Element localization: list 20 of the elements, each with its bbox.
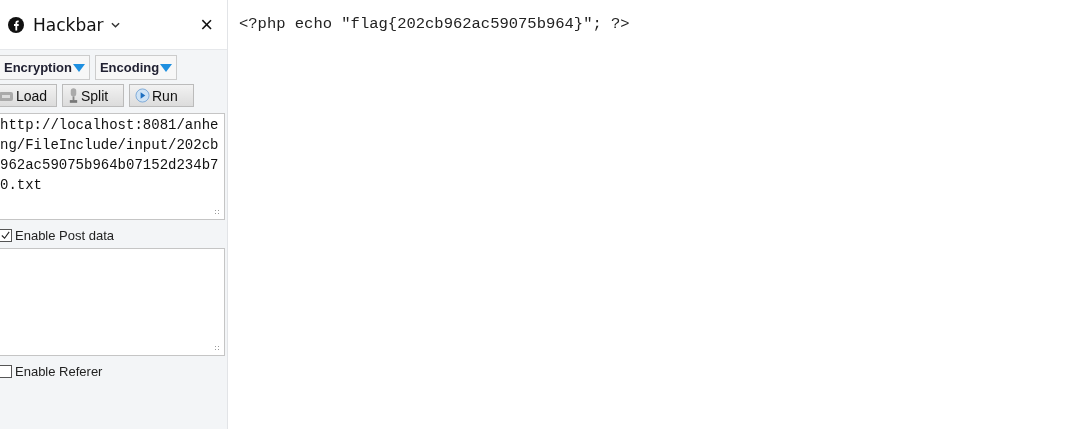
panel-title[interactable]: Hackbar xyxy=(33,14,104,35)
run-button[interactable]: Run xyxy=(129,84,194,107)
play-icon[interactable] xyxy=(135,88,150,103)
logo-icon xyxy=(8,16,24,33)
microphone-icon[interactable] xyxy=(68,87,79,104)
load-button[interactable]: Load xyxy=(0,84,57,107)
post-data-field[interactable] xyxy=(0,248,225,356)
triangle-down-icon[interactable] xyxy=(160,63,173,72)
close-button[interactable]: × xyxy=(200,13,213,36)
checkbox[interactable] xyxy=(0,229,12,242)
checkbox[interactable] xyxy=(0,365,12,378)
triangle-down-icon[interactable] xyxy=(72,63,85,72)
chevron-down-icon[interactable] xyxy=(110,21,120,28)
url-field[interactable]: http://localhost:8081/anheng/FileInclude/input/202cb962ac59075b964b07152d234b70.txt xyxy=(0,113,225,220)
page-text: <?php echo "flag{202cb962ac59075b964}"; ?> xyxy=(239,15,630,33)
checkbox-label: Enable Referer xyxy=(15,364,103,379)
split-button[interactable]: Split xyxy=(62,84,124,107)
checkbox-label: Enable Post data xyxy=(15,228,115,243)
dropdown-menu[interactable]: Encryption xyxy=(0,55,90,80)
dropdown-menu[interactable]: Encoding xyxy=(94,55,178,80)
